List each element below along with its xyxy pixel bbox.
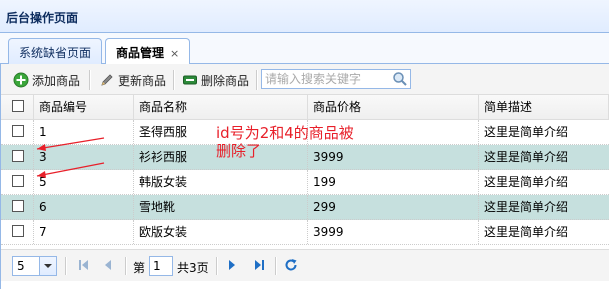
column-header-id[interactable]: 商品编号 bbox=[34, 95, 134, 119]
column-header-name[interactable]: 商品名称 bbox=[134, 95, 308, 119]
cell-description: 这里是简单介绍 bbox=[484, 200, 569, 214]
add-product-button[interactable]: 添加商品 bbox=[13, 70, 80, 90]
last-page-icon[interactable] bbox=[252, 258, 266, 275]
row-checkbox-cell bbox=[1, 220, 34, 244]
page-size-value: 5 bbox=[17, 259, 25, 273]
first-page-icon[interactable] bbox=[77, 258, 91, 275]
delete-product-label: 删除商品 bbox=[201, 73, 250, 88]
tab-close-icon[interactable]: × bbox=[170, 47, 179, 60]
tab-label: 商品管理 bbox=[116, 46, 165, 60]
row-checkbox[interactable] bbox=[12, 225, 24, 237]
table-row[interactable]: 7 欧版女装 3999 这里是简单介绍 bbox=[1, 220, 609, 245]
page-title: 后台操作页面 bbox=[6, 11, 79, 25]
cell-name: 韩版女装 bbox=[134, 170, 308, 194]
cell-description: 这里是简单介绍 bbox=[484, 150, 569, 164]
search-button[interactable] bbox=[392, 71, 408, 90]
cell-id: 6 bbox=[34, 195, 134, 219]
annotation-line-1: id号为2和4的商品被 bbox=[216, 124, 354, 142]
cell-price: 3999 bbox=[308, 145, 479, 169]
row-checkbox-cell bbox=[1, 170, 34, 194]
row-checkbox[interactable] bbox=[12, 200, 24, 212]
pagination-bar: 5 第 1 共3页 bbox=[1, 249, 609, 281]
annotation-line-2: 删除了 bbox=[216, 142, 262, 160]
pager-divider bbox=[65, 257, 67, 275]
row-checkbox-cell bbox=[1, 195, 34, 219]
search-icon bbox=[393, 72, 407, 86]
row-checkbox[interactable] bbox=[12, 150, 24, 162]
cell-id: 5 bbox=[34, 170, 134, 194]
tabs-bar: 系统缺省页面 商品管理 × bbox=[0, 33, 609, 65]
add-product-label: 添加商品 bbox=[32, 73, 81, 88]
cell-id: 7 bbox=[34, 220, 134, 244]
select-all-checkbox[interactable] bbox=[12, 100, 24, 112]
tab-system-default[interactable]: 系统缺省页面 bbox=[8, 38, 103, 64]
tab-label: 系统缺省页面 bbox=[19, 46, 92, 60]
toolbar-divider bbox=[256, 70, 258, 90]
search-box bbox=[261, 69, 411, 89]
delete-product-button[interactable]: 删除商品 bbox=[182, 70, 249, 90]
page-header: 后台操作页面 bbox=[0, 0, 609, 33]
pencil-icon bbox=[101, 74, 113, 86]
page-size-select[interactable]: 5 bbox=[12, 256, 57, 276]
tab-content: 添加商品 更新商品 删除商品 请输入搜索关键字 商品编号 商品名称 商品价格 简… bbox=[0, 64, 609, 289]
toolbar-divider bbox=[89, 70, 91, 90]
cell-description: 这里是简单介绍 bbox=[484, 175, 569, 189]
page-number-input[interactable]: 1 bbox=[149, 256, 173, 276]
page-prefix: 第 bbox=[133, 261, 146, 275]
column-header-description[interactable]: 简单描述 bbox=[479, 95, 609, 119]
chevron-down-icon bbox=[39, 257, 56, 275]
search-input[interactable] bbox=[262, 70, 389, 88]
pager-divider bbox=[216, 257, 218, 275]
refresh-icon[interactable] bbox=[284, 258, 298, 275]
cell-id: 1 bbox=[34, 120, 134, 144]
tab-product-management[interactable]: 商品管理 × bbox=[105, 38, 191, 65]
cell-name: 雪地靴 bbox=[134, 195, 308, 219]
toolbar: 添加商品 更新商品 删除商品 bbox=[1, 64, 609, 95]
header-checkbox-cell bbox=[1, 95, 34, 119]
next-page-icon[interactable] bbox=[225, 258, 239, 275]
table-row[interactable]: 3 衫衫西服 3999 这里是简单介绍 bbox=[1, 145, 609, 170]
row-checkbox-cell bbox=[1, 120, 34, 144]
cell-price: 3999 bbox=[308, 220, 479, 244]
page-total: 共3页 bbox=[177, 261, 209, 275]
cell-name: 欧版女装 bbox=[134, 220, 308, 244]
row-checkbox[interactable] bbox=[12, 125, 24, 137]
row-checkbox-cell bbox=[1, 145, 34, 169]
update-product-button[interactable]: 更新商品 bbox=[99, 70, 166, 90]
column-header-price[interactable]: 商品价格 bbox=[308, 95, 479, 119]
toolbar-divider bbox=[173, 70, 175, 90]
cell-price: 199 bbox=[308, 170, 479, 194]
grid-header-row: 商品编号 商品名称 商品价格 简单描述 bbox=[1, 95, 609, 120]
table-row[interactable]: 6 雪地靴 299 这里是简单介绍 bbox=[1, 195, 609, 220]
update-product-label: 更新商品 bbox=[118, 73, 167, 88]
table-row[interactable]: 5 韩版女装 199 这里是简单介绍 bbox=[1, 170, 609, 195]
cell-id: 3 bbox=[34, 145, 134, 169]
row-checkbox[interactable] bbox=[12, 175, 24, 187]
cell-description: 这里是简单介绍 bbox=[484, 125, 569, 139]
previous-page-icon[interactable] bbox=[101, 258, 115, 275]
add-icon bbox=[13, 72, 29, 88]
pager-divider bbox=[125, 257, 127, 275]
remove-icon bbox=[183, 75, 197, 85]
pager-divider bbox=[275, 257, 277, 275]
cell-description: 这里是简单介绍 bbox=[484, 225, 569, 239]
cell-price: 299 bbox=[308, 195, 479, 219]
